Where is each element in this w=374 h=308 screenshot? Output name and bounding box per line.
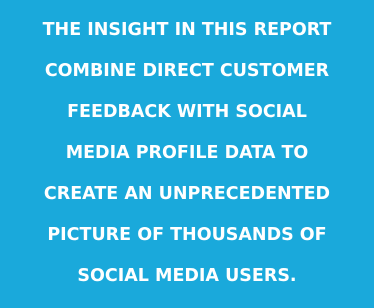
statement-text: THE INSIGHT IN THIS REPORT COMBINE DIREC… [0,10,374,297]
statement-line: THE INSIGHT IN THIS REPORT [42,20,332,40]
statement-line: PICTURE OF THOUSANDS OF [47,225,327,245]
statement-line: CREATE AN UNPRECEDENTED [43,184,331,204]
callout-panel: THE INSIGHT IN THIS REPORT COMBINE DIREC… [0,0,374,308]
statement-line: FEEDBACK WITH SOCIAL [67,102,307,122]
statement-line: MEDIA PROFILE DATA TO [65,143,309,163]
statement-line: COMBINE DIRECT CUSTOMER [44,61,330,81]
statement-line: SOCIAL MEDIA USERS. [77,266,297,286]
